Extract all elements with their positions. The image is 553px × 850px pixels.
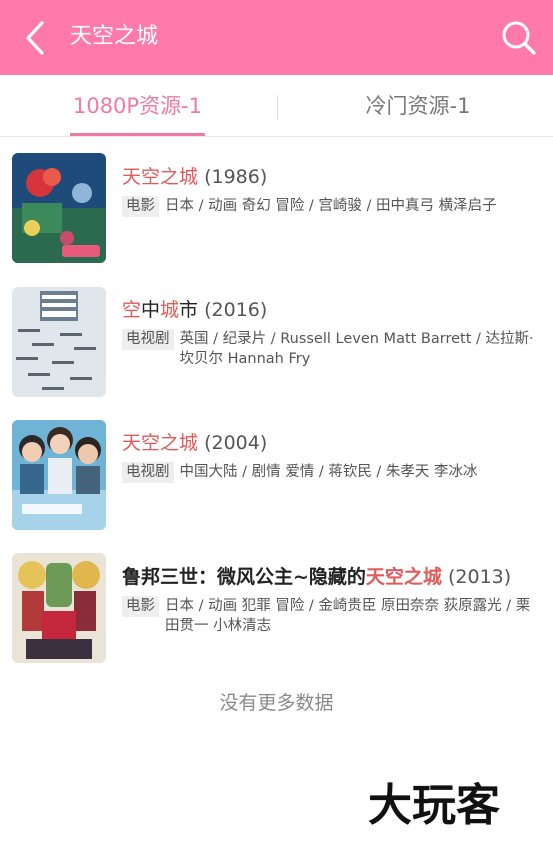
- search-icon[interactable]: [499, 18, 539, 58]
- item-details: 中国大陆 / 剧情 爱情 / 蒋钦民 / 朱孝天 李冰冰: [179, 464, 478, 480]
- item-meta: 电影 日本 / 动画 奇幻 冒险 / 宫崎骏 / 田中真弓 横泽启子: [122, 196, 542, 217]
- title-part: 天空之城: [122, 432, 199, 454]
- list-item[interactable]: 鲁邦三世：微风公主~隐藏的天空之城 (2013) 电影 日本 / 动画 犯罪 冒…: [0, 538, 553, 670]
- item-details: 日本 / 动画 奇幻 冒险 / 宫崎骏 / 田中真弓 横泽启子: [165, 198, 497, 214]
- poster-thumbnail: [12, 420, 106, 530]
- item-meta: 电视剧 英国 / 纪录片 / Russell Leven Matt Barret…: [122, 329, 542, 369]
- list-item[interactable]: 空中城市 (2016) 电视剧 英国 / 纪录片 / Russell Leven…: [0, 271, 553, 403]
- svg-text:大玩客: 大玩客: [368, 780, 500, 830]
- page-title: 天空之城: [70, 24, 159, 49]
- item-info: 空中城市 (2016) 电视剧 英国 / 纪录片 / Russell Leven…: [122, 297, 542, 369]
- list-item[interactable]: 天空之城 (2004) 电视剧 中国大陆 / 剧情 爱情 / 蒋钦民 / 朱孝天…: [0, 404, 553, 536]
- type-badge: 电影: [122, 596, 159, 617]
- item-info: 天空之城 (2004) 电视剧 中国大陆 / 剧情 爱情 / 蒋钦民 / 朱孝天…: [122, 430, 542, 483]
- title-part: 城: [160, 299, 180, 321]
- item-title: 鲁邦三世：微风公主~隐藏的天空之城 (2013): [122, 564, 542, 590]
- app-header: 天空之城: [0, 0, 553, 75]
- item-title: 天空之城 (2004): [122, 430, 542, 456]
- active-tab-indicator: [70, 133, 205, 136]
- no-more-data-label: 没有更多数据: [219, 692, 334, 714]
- title-part: 天空之城: [122, 166, 199, 188]
- title-part: 天空之城: [365, 566, 442, 588]
- item-title: 天空之城 (1986): [122, 164, 542, 190]
- title-part: 中: [141, 299, 161, 321]
- item-title: 空中城市 (2016): [122, 297, 542, 323]
- tab-unpopular[interactable]: 冷门资源-1: [318, 75, 518, 137]
- item-meta: 电视剧 中国大陆 / 剧情 爱情 / 蒋钦民 / 朱孝天 李冰冰: [122, 462, 542, 483]
- item-year: (2016): [204, 299, 268, 321]
- tab-divider: [277, 95, 278, 119]
- type-badge: 电视剧: [122, 462, 174, 483]
- type-badge: 电视剧: [122, 329, 174, 350]
- item-details: 英国 / 纪录片 / Russell Leven Matt Barrett / …: [179, 331, 534, 367]
- poster-thumbnail: [12, 153, 106, 263]
- poster-thumbnail: [12, 553, 106, 663]
- title-part: 鲁邦三世：微风公主~隐藏的: [122, 566, 366, 588]
- item-year: (2013): [447, 566, 512, 588]
- item-year: (2004): [204, 432, 268, 454]
- watermark-logo: 大玩客: [368, 780, 500, 830]
- title-part: 空: [122, 299, 142, 321]
- item-info: 天空之城 (1986) 电影 日本 / 动画 奇幻 冒险 / 宫崎骏 / 田中真…: [122, 164, 542, 217]
- item-info: 鲁邦三世：微风公主~隐藏的天空之城 (2013) 电影 日本 / 动画 犯罪 冒…: [122, 564, 542, 636]
- list-item[interactable]: 天空之城 (1986) 电影 日本 / 动画 奇幻 冒险 / 宫崎骏 / 田中真…: [0, 138, 553, 270]
- item-year: (1986): [204, 166, 268, 188]
- type-badge: 电影: [122, 196, 159, 217]
- title-part: 市: [179, 299, 199, 321]
- item-details: 日本 / 动画 犯罪 冒险 / 金崎贵臣 原田奈奈 荻原露光 / 栗田贯一 小林…: [165, 598, 531, 634]
- tab-1080p[interactable]: 1080P资源-1: [40, 75, 235, 137]
- item-meta: 电影 日本 / 动画 犯罪 冒险 / 金崎贵臣 原田奈奈 荻原露光 / 栗田贯一…: [122, 596, 542, 636]
- chevron-left-icon[interactable]: [20, 18, 50, 58]
- source-tabs: 1080P资源-1 冷门资源-1: [0, 75, 553, 137]
- poster-thumbnail: [12, 287, 106, 397]
